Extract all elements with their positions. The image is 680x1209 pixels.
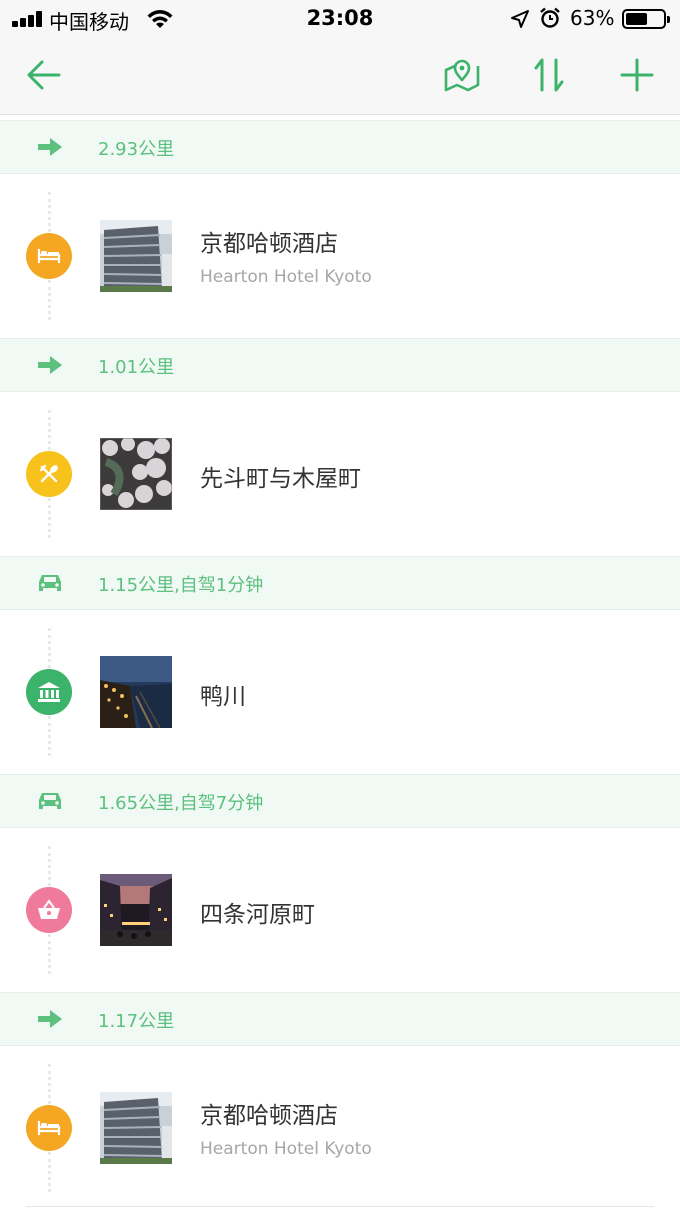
car-icon: [39, 575, 61, 591]
fork-spoon-icon: [26, 451, 72, 497]
segment-distance: 1.15公里,自驾1分钟: [98, 575, 264, 596]
route-segment[interactable]: 1.17公里: [0, 992, 680, 1046]
battery-level-fill: [626, 13, 648, 25]
place-photo: [100, 1092, 172, 1164]
sort-arrows-icon: [534, 58, 564, 92]
place-subtitle: Hearton Hotel Kyoto: [200, 1139, 372, 1159]
timeline-dots: [48, 846, 51, 886]
place-photo: [100, 438, 172, 510]
place-row[interactable]: 鸭川: [0, 610, 680, 774]
museum-icon: [26, 669, 72, 715]
list-divider: [26, 1206, 654, 1207]
bed-icon: [26, 233, 72, 279]
location-arrow-icon: [511, 10, 529, 28]
route-segment[interactable]: 1.01公里: [0, 338, 680, 392]
map-view-button[interactable]: [442, 55, 482, 95]
route-segment[interactable]: 2.93公里: [0, 120, 680, 174]
place-photo: [100, 220, 172, 292]
place-name: 鸭川: [200, 684, 246, 710]
place-name: 京都哈顿酒店: [200, 1103, 338, 1129]
place-row[interactable]: 京都哈顿酒店 Hearton Hotel Kyoto: [0, 174, 680, 338]
battery-percent: 63%: [570, 6, 615, 30]
bed-icon: [26, 1105, 72, 1151]
nav-bar: [0, 38, 680, 115]
sort-button[interactable]: [529, 55, 569, 95]
route-segment[interactable]: 1.65公里,自驾7分钟: [0, 774, 680, 828]
place-subtitle: Hearton Hotel Kyoto: [200, 267, 372, 287]
route-segment[interactable]: 1.15公里,自驾1分钟: [0, 556, 680, 610]
map-pin-icon: [444, 59, 480, 92]
timeline-dots: [48, 1152, 51, 1192]
alarm-clock-icon: [540, 7, 560, 28]
battery-icon: [622, 9, 670, 29]
timeline-dots: [48, 716, 51, 756]
timeline-dots: [48, 280, 51, 320]
arrow-left-icon: [27, 60, 61, 90]
segment-distance: 1.01公里: [98, 357, 175, 378]
segment-distance: 1.17公里: [98, 1011, 175, 1032]
place-name: 京都哈顿酒店: [200, 231, 338, 257]
status-bar: 中国移动 23:08 63%: [0, 0, 680, 38]
timeline-dots: [48, 498, 51, 538]
place-row[interactable]: 先斗町与木屋町: [0, 392, 680, 556]
timeline-dots: [48, 628, 51, 668]
arrow-right-icon: [38, 138, 62, 156]
place-row[interactable]: 四条河原町: [0, 828, 680, 992]
plus-icon: [620, 58, 654, 92]
arrow-right-icon: [38, 356, 62, 374]
place-row[interactable]: 京都哈顿酒店 Hearton Hotel Kyoto: [0, 1046, 680, 1209]
place-photo: [100, 656, 172, 728]
timeline-dots: [48, 1064, 51, 1104]
segment-distance: 1.65公里,自驾7分钟: [98, 793, 264, 814]
segment-distance: 2.93公里: [98, 139, 175, 160]
car-icon: [39, 793, 61, 809]
place-name: 先斗町与木屋町: [200, 466, 361, 492]
add-place-button[interactable]: [617, 55, 657, 95]
basket-icon: [26, 887, 72, 933]
back-button[interactable]: [24, 55, 64, 95]
timeline-dots: [48, 410, 51, 450]
timeline-dots: [48, 934, 51, 974]
place-photo: [100, 874, 172, 946]
arrow-right-icon: [38, 1010, 62, 1028]
timeline-dots: [48, 192, 51, 232]
place-name: 四条河原町: [200, 902, 315, 928]
